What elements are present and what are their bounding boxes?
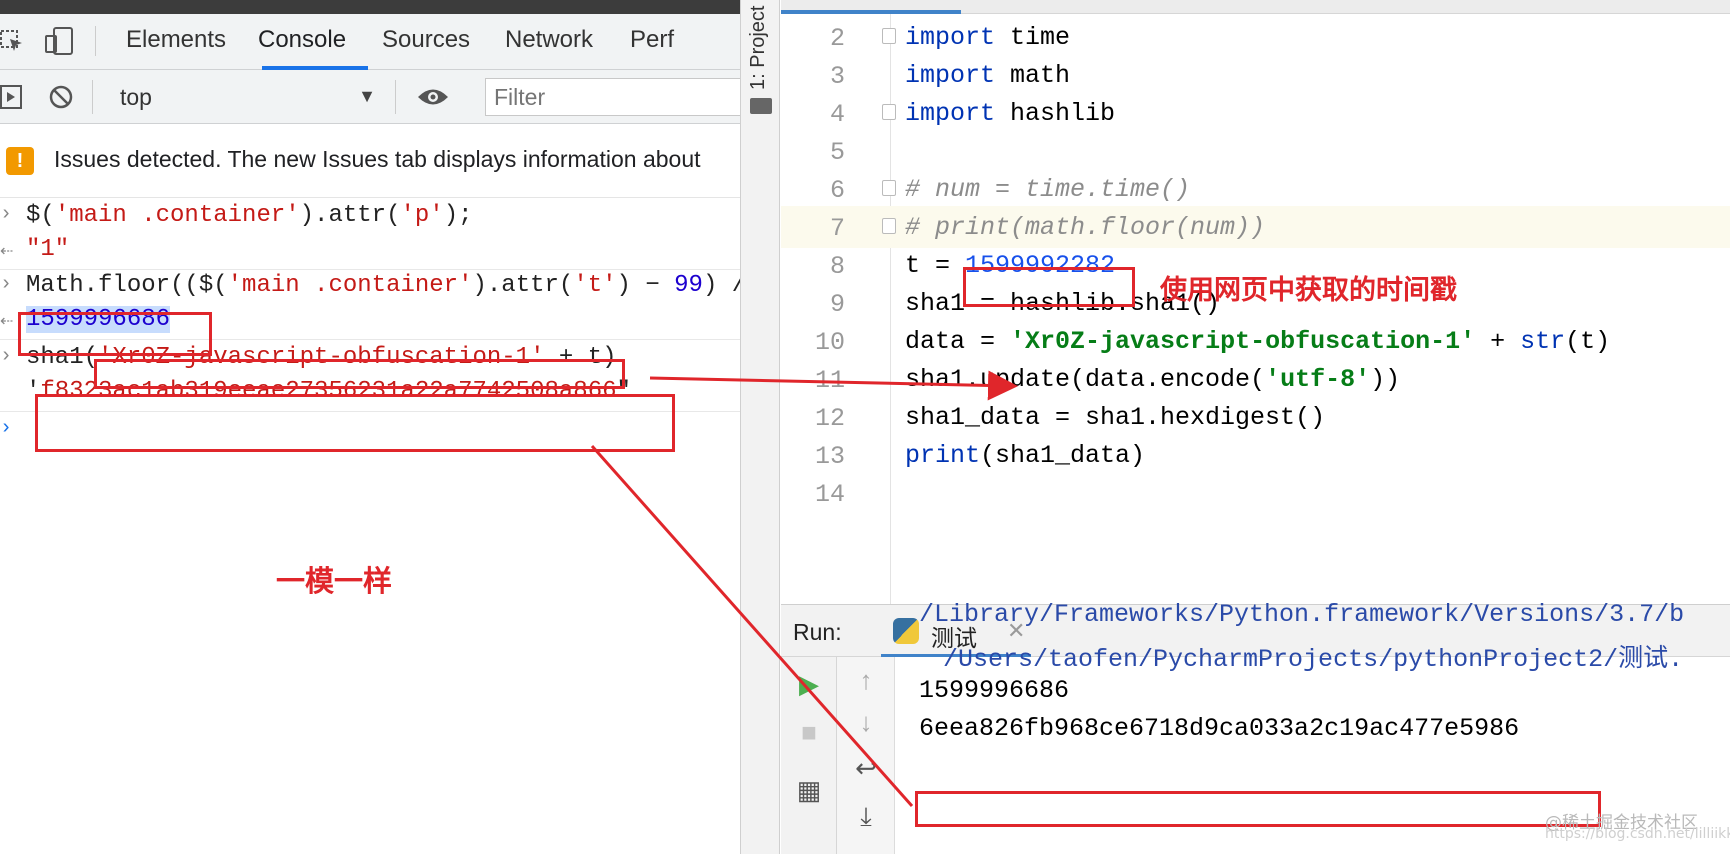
- run-output-actions-bar: ↑ ↓ ↩ ⤓: [837, 657, 895, 854]
- line-number: 6: [829, 176, 845, 205]
- output-script-path[interactable]: /Users/taofen/PycharmProjects/pythonProj…: [943, 638, 1683, 674]
- console-filter-input[interactable]: [485, 78, 740, 116]
- code-text: print(sha1_data): [905, 441, 1146, 470]
- toolbar-divider: [395, 80, 396, 114]
- inspect-element-icon[interactable]: [0, 28, 24, 54]
- tab-divider: [95, 26, 96, 56]
- dropdown-arrow-icon: ▼: [358, 86, 376, 106]
- console-input-row: › $('main .container').attr('p');: [0, 198, 740, 236]
- show-sidebar-icon[interactable]: [0, 84, 24, 110]
- code-text: import math: [905, 61, 1071, 90]
- line-number: 10: [814, 328, 845, 357]
- line-number: 5: [829, 138, 845, 167]
- code-line: 6 # num = time.time(): [781, 168, 1730, 210]
- scroll-to-end-icon[interactable]: ⤓: [851, 801, 881, 833]
- output-arrow-icon: ⇠: [0, 243, 14, 261]
- window-top-strip: [0, 0, 740, 14]
- line-number: 8: [829, 252, 845, 281]
- input-chevron-icon: ›: [0, 203, 13, 226]
- code-line: 5: [781, 130, 1730, 172]
- tab-sources[interactable]: Sources: [382, 26, 470, 54]
- code-line: 12 sha1_data = sha1.hexdigest(): [781, 396, 1730, 438]
- stop-icon[interactable]: ■: [794, 717, 824, 748]
- code-text: sha1_data = sha1.hexdigest(): [905, 403, 1326, 432]
- fold-icon[interactable]: [882, 218, 896, 234]
- output-hash: 6eea826fb968ce6718d9ca033a2c19ac477e5986: [919, 714, 1520, 743]
- live-expression-eye-icon[interactable]: [416, 86, 450, 108]
- input-chevron-icon: ›: [0, 273, 13, 296]
- code-comment: # num = time.time(): [905, 175, 1191, 204]
- devtools-tab-bar: Elements Console Sources Network Perf: [0, 14, 740, 70]
- code-line: 10 data = 'Xr0Z-javascript-obfuscation-1…: [781, 320, 1730, 362]
- annotation-timestamp-note: 使用网页中获取的时间戳: [1160, 275, 1457, 306]
- code-line-current: 7 # print(math.floor(num)): [781, 206, 1730, 248]
- tab-network[interactable]: Network: [505, 26, 593, 54]
- console-command: Math.floor(($('main .container').attr('t…: [26, 272, 740, 299]
- annotation-box-sha1-input: [94, 359, 625, 389]
- fold-icon[interactable]: [882, 28, 896, 44]
- issues-banner[interactable]: ! Issues detected. The new Issues tab di…: [0, 124, 740, 198]
- prompt-chevron-icon: ›: [0, 417, 13, 440]
- code-text: data = 'Xr0Z-javascript-obfuscation-1' +…: [905, 327, 1611, 356]
- tab-performance[interactable]: Perf: [630, 26, 674, 54]
- line-number: 11: [814, 366, 845, 395]
- output-arrow-icon: ⇠: [0, 313, 14, 331]
- annotation-same-note: 一模一样: [276, 564, 393, 598]
- code-line: 4 import hashlib: [781, 92, 1730, 134]
- input-chevron-icon: ›: [0, 345, 13, 368]
- console-output-row: ⇠ "1": [0, 232, 740, 270]
- code-line: 11 sha1.update(data.encode('utf-8')): [781, 358, 1730, 400]
- scroll-up-icon[interactable]: ↑: [851, 665, 881, 696]
- soft-wrap-icon[interactable]: ↩: [851, 753, 881, 784]
- tab-elements[interactable]: Elements: [126, 26, 226, 54]
- clear-console-icon[interactable]: [48, 84, 74, 110]
- code-comment: # print(math.floor(num)): [905, 213, 1266, 242]
- issues-banner-text: Issues detected. The new Issues tab disp…: [54, 146, 701, 172]
- warning-icon: !: [6, 147, 34, 175]
- line-number: 9: [829, 290, 845, 319]
- code-line: 13 print(sha1_data): [781, 434, 1730, 476]
- code-text: import hashlib: [905, 99, 1116, 128]
- device-toolbar-icon[interactable]: [44, 26, 74, 56]
- editor-tab-bar: [781, 0, 1730, 14]
- line-number: 14: [814, 480, 845, 509]
- fold-icon[interactable]: [882, 104, 896, 120]
- console-input-row: › Math.floor(($('main .container').attr(…: [0, 268, 740, 306]
- code-text: sha1.update(data.encode('utf-8')): [905, 365, 1401, 394]
- code-line: 14: [781, 472, 1730, 514]
- watermark-url: https://blog.csdn.net/lilliikkkkkoooooo: [1545, 826, 1730, 842]
- annotation-box-js-hash: [35, 394, 675, 452]
- line-number: 12: [814, 404, 845, 433]
- rerun-icon[interactable]: ▶: [794, 669, 824, 700]
- code-line: 3 import math: [781, 54, 1730, 96]
- run-label: Run:: [793, 619, 842, 645]
- run-actions-bar: ▶ ■ ▦: [781, 657, 837, 854]
- ide-tool-window-bar: 1: Project: [740, 0, 780, 854]
- code-text: import time: [905, 23, 1071, 52]
- line-number: 13: [814, 442, 845, 471]
- console-command: $('main .container').attr('p');: [26, 202, 473, 229]
- console-toolbar: top ▼: [0, 70, 740, 124]
- output-timestamp: 1599996686: [919, 676, 1070, 705]
- folder-icon: [750, 98, 772, 114]
- layout-icon[interactable]: ▦: [794, 775, 824, 806]
- output-python-path: /Library/Frameworks/Python.framework/Ver…: [919, 600, 1685, 629]
- toolbar-divider: [92, 80, 93, 114]
- line-number: 3: [829, 62, 845, 91]
- scroll-down-icon[interactable]: ↓: [851, 707, 881, 738]
- tab-console[interactable]: Console: [258, 26, 346, 54]
- annotation-box-py-timestamp: [963, 267, 1135, 307]
- python-icon: [893, 618, 919, 644]
- project-tool-button[interactable]: 1: Project: [747, 4, 775, 90]
- annotation-box-timestamp: [18, 312, 212, 356]
- fold-icon[interactable]: [882, 180, 896, 196]
- line-number: 7: [829, 214, 845, 243]
- line-number: 2: [829, 24, 845, 53]
- annotation-box-py-hash: [915, 791, 1601, 827]
- javascript-context-select[interactable]: top ▼: [110, 80, 380, 114]
- console-result: "1": [26, 236, 70, 263]
- line-number: 4: [829, 100, 845, 129]
- context-value: top: [120, 84, 152, 110]
- code-line: 2 import time: [781, 16, 1730, 58]
